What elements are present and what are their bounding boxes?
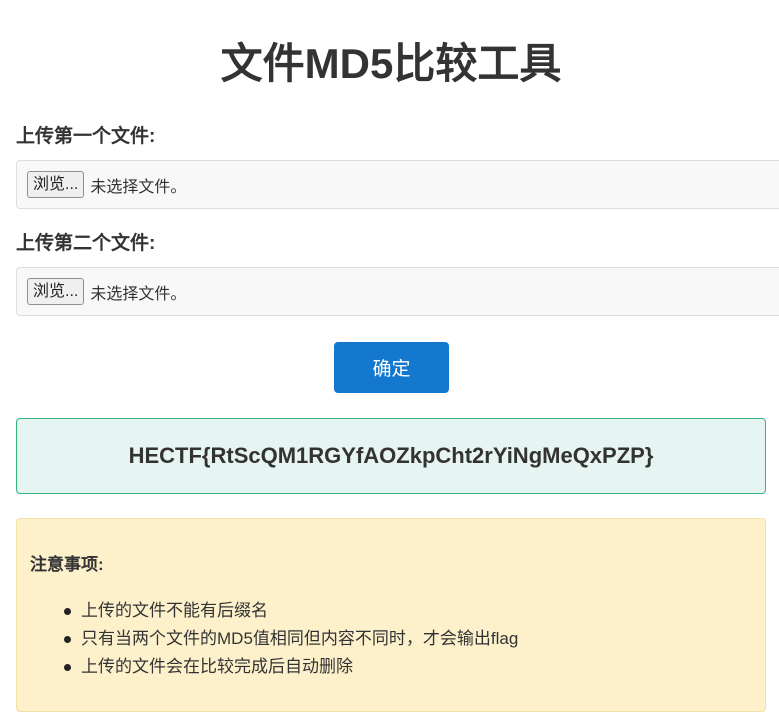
first-file-input[interactable]: 浏览... 未选择文件。 <box>16 160 779 209</box>
notice-item: 只有当两个文件的MD5值相同但内容不同时，才会输出flag <box>63 625 518 653</box>
notice-item-text: 只有当两个文件的MD5值相同但内容不同时，才会输出flag <box>81 629 519 648</box>
result-panel: HECTF{RtScQM1RGYfAOZkpCht2rYiNgMeQxPZP} <box>16 418 766 494</box>
flag-text: HECTF{RtScQM1RGYfAOZkpCht2rYiNgMeQxPZP} <box>128 443 654 468</box>
second-browse-button[interactable]: 浏览... <box>27 278 85 305</box>
notice-item-text: 上传的文件会在比较完成后自动删除 <box>81 657 353 676</box>
notice-list: 上传的文件不能有后缀名 只有当两个文件的MD5值相同但内容不同时，才会输出fla… <box>63 597 518 681</box>
second-file-label: 上传第二个文件: <box>16 233 156 254</box>
page-title: 文件MD5比较工具 <box>220 40 562 87</box>
first-browse-button[interactable]: 浏览... <box>27 171 85 198</box>
notice-item: 上传的文件会在比较完成后自动删除 <box>63 653 518 681</box>
first-file-status: 未选择文件。 <box>90 178 187 196</box>
notice-item: 上传的文件不能有后缀名 <box>63 597 518 625</box>
bullet-icon <box>64 636 71 643</box>
bullet-icon <box>64 664 71 671</box>
first-file-label: 上传第一个文件: <box>16 126 156 147</box>
notice-panel: 注意事项: 上传的文件不能有后缀名 只有当两个文件的MD5值相同但内容不同时，才… <box>16 518 766 712</box>
bullet-icon <box>64 608 71 615</box>
notice-title: 注意事项: <box>30 555 104 574</box>
notice-item-text: 上传的文件不能有后缀名 <box>81 601 268 620</box>
second-file-status: 未选择文件。 <box>90 285 187 303</box>
page: 文件MD5比较工具 上传第一个文件: 浏览... 未选择文件。 上传第二个文件:… <box>0 0 779 727</box>
submit-button[interactable]: 确定 <box>334 342 449 393</box>
second-file-input[interactable]: 浏览... 未选择文件。 <box>16 267 779 316</box>
